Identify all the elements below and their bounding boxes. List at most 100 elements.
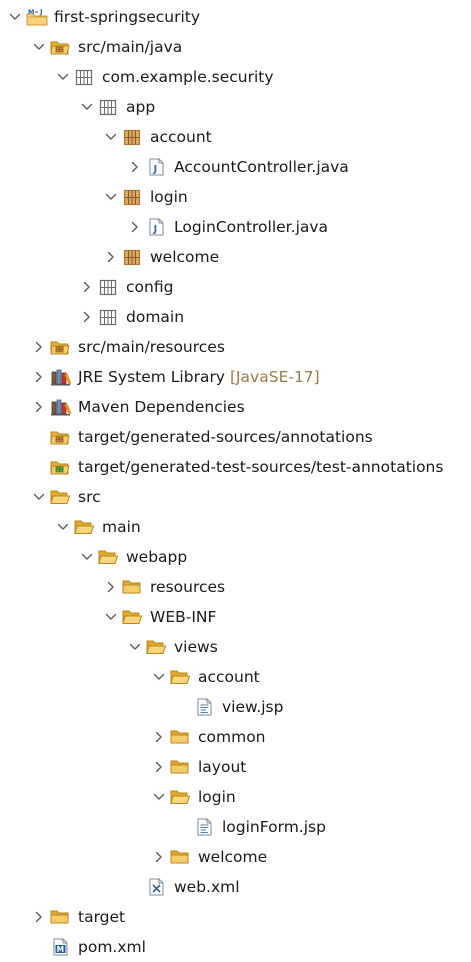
tree-item[interactable]: account	[0, 122, 471, 152]
tree-item-label: target/generated-test-sources/test-annot…	[78, 452, 443, 482]
chevron-right-icon[interactable]	[152, 760, 166, 774]
tree-item-text: AccountController.java	[174, 158, 349, 176]
chevron-right-icon[interactable]	[80, 310, 94, 324]
folder-icon	[170, 848, 190, 866]
tree-item[interactable]: J LoginController.java	[0, 212, 471, 242]
tree-item-label: welcome	[198, 842, 267, 872]
tree-item-label: loginForm.jsp	[222, 812, 326, 842]
tree-item[interactable]: common	[0, 722, 471, 752]
tree-item-label: AccountController.java	[174, 152, 349, 182]
tree-item-text: welcome	[198, 848, 268, 866]
tree-item[interactable]: account	[0, 662, 471, 692]
chevron-down-icon[interactable]	[80, 100, 94, 114]
tree-item[interactable]: target/generated-test-sources/test-annot…	[0, 452, 471, 482]
chevron-down-icon[interactable]	[104, 130, 118, 144]
chevron-right-icon[interactable]	[104, 250, 118, 264]
tree-item[interactable]: domain	[0, 302, 471, 332]
package-filled-icon	[122, 248, 142, 266]
tree-item-label: layout	[198, 752, 246, 782]
tree-item[interactable]: config	[0, 272, 471, 302]
tree-item-label: account	[198, 662, 260, 692]
tree-item-text: pom.xml	[78, 938, 146, 956]
tree-item-label: web.xml	[174, 872, 240, 902]
tree-item[interactable]: Maven Dependencies	[0, 392, 471, 422]
tree-item-text: com.example.security	[102, 68, 274, 86]
chevron-down-icon[interactable]	[56, 70, 70, 84]
tree-item[interactable]: resources	[0, 572, 471, 602]
tree-item[interactable]: main	[0, 512, 471, 542]
tree-item-label: main	[102, 512, 141, 542]
java-file-icon: J	[146, 218, 166, 236]
tree-item[interactable]: src/main/java	[0, 32, 471, 62]
chevron-right-icon[interactable]	[128, 220, 142, 234]
chevron-right-icon[interactable]	[32, 340, 46, 354]
tree-item[interactable]: login	[0, 182, 471, 212]
chevron-down-icon[interactable]	[8, 10, 22, 24]
tree-item-label: views	[174, 632, 218, 662]
chevron-down-icon[interactable]	[104, 610, 118, 624]
tree-item-text: layout	[198, 758, 247, 776]
tree-item[interactable]: login	[0, 782, 471, 812]
svg-text:M: M	[28, 8, 34, 16]
tree-item-text: domain	[126, 308, 185, 326]
tree-item[interactable]: app	[0, 92, 471, 122]
tree-item-label: webapp	[126, 542, 187, 572]
tree-item[interactable]: webapp	[0, 542, 471, 572]
tree-item-text: target	[78, 908, 126, 926]
tree-item[interactable]: J AccountController.java	[0, 152, 471, 182]
tree-item[interactable]: M J first-springsecurity	[0, 2, 471, 32]
chevron-right-icon[interactable]	[32, 910, 46, 924]
tree-item-text: config	[126, 278, 174, 296]
tree-item[interactable]: src/main/resources	[0, 332, 471, 362]
tree-item[interactable]: web.xml	[0, 872, 471, 902]
tree-item-label: target/generated-sources/annotations	[78, 422, 373, 452]
package-filled-icon	[122, 128, 142, 146]
chevron-down-icon[interactable]	[32, 40, 46, 54]
chevron-right-icon[interactable]	[32, 400, 46, 414]
chevron-right-icon[interactable]	[152, 730, 166, 744]
tree-item[interactable]: target	[0, 902, 471, 932]
tree-item[interactable]: JRE System Library [JavaSE-17]	[0, 362, 471, 392]
chevron-right-icon[interactable]	[104, 580, 118, 594]
tree-item[interactable]: src	[0, 482, 471, 512]
tree-item-text: login	[198, 788, 236, 806]
tree-item[interactable]: loginForm.jsp	[0, 812, 471, 842]
svg-text:J: J	[153, 164, 158, 175]
tree-item[interactable]: welcome	[0, 842, 471, 872]
tree-item[interactable]: layout	[0, 752, 471, 782]
chevron-down-icon[interactable]	[152, 670, 166, 684]
folder-open-icon	[170, 788, 190, 806]
tree-item[interactable]: com.example.security	[0, 62, 471, 92]
tree-item-text: target/generated-sources/annotations	[78, 428, 373, 446]
chevron-right-icon[interactable]	[128, 160, 142, 174]
package-icon	[98, 308, 118, 326]
folder-open-icon	[98, 548, 118, 566]
tree-item-text: resources	[150, 578, 226, 596]
tree-item[interactable]: view.jsp	[0, 692, 471, 722]
chevron-right-icon[interactable]	[32, 370, 46, 384]
tree-item-text: login	[150, 188, 188, 206]
tree-item-label: login	[150, 182, 188, 212]
tree-item[interactable]: target/generated-sources/annotations	[0, 422, 471, 452]
chevron-down-icon[interactable]	[104, 190, 118, 204]
tree-item[interactable]: views	[0, 632, 471, 662]
tree-item[interactable]: welcome	[0, 242, 471, 272]
chevron-right-icon[interactable]	[152, 850, 166, 864]
chevron-down-icon[interactable]	[56, 520, 70, 534]
chevron-down-icon[interactable]	[80, 550, 94, 564]
tree-item-label: JRE System Library [JavaSE-17]	[78, 362, 320, 392]
package-icon	[74, 68, 94, 86]
tree-item[interactable]: M pom.xml	[0, 932, 471, 962]
chevron-down-icon[interactable]	[152, 790, 166, 804]
chevron-down-icon[interactable]	[128, 640, 142, 654]
tree-item-label: resources	[150, 572, 225, 602]
test-source-folder-icon	[50, 458, 70, 476]
project-explorer-tree: M J first-springsecurity src/main/java c…	[0, 0, 471, 957]
chevron-down-icon[interactable]	[32, 490, 46, 504]
tree-item-decoration: [JavaSE-17]	[229, 368, 320, 386]
tree-item[interactable]: WEB-INF	[0, 602, 471, 632]
java-file-icon: J	[146, 158, 166, 176]
tree-item-label: WEB-INF	[150, 602, 216, 632]
chevron-right-icon[interactable]	[80, 280, 94, 294]
tree-item-label: src/main/java	[78, 32, 182, 62]
